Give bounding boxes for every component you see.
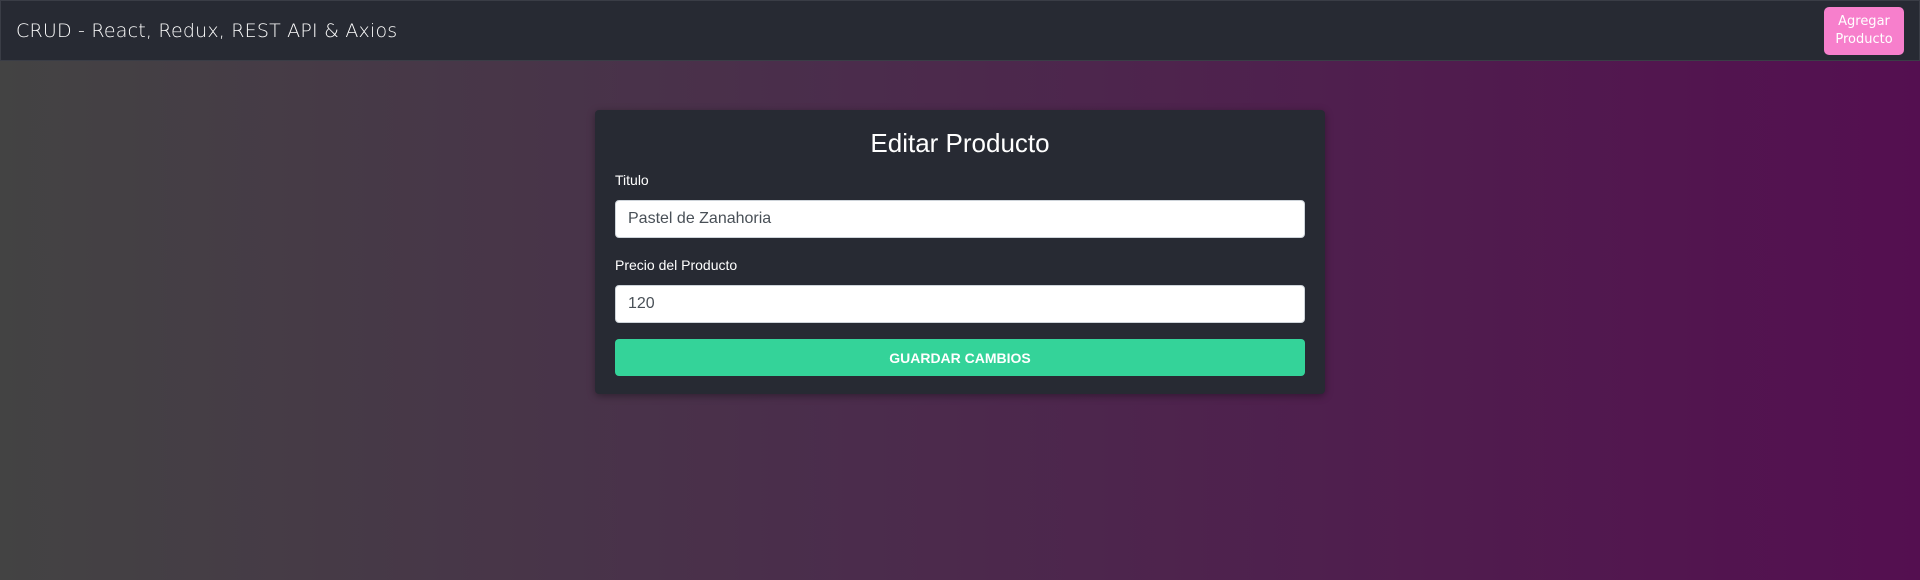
price-label: Precio del Producto (615, 257, 738, 273)
app-title[interactable]: CRUD - React, Redux, REST API & Axios (16, 20, 397, 42)
name-input[interactable] (615, 200, 1305, 238)
name-label: Titulo (615, 172, 649, 188)
edit-product-card: Editar Producto Titulo Precio del Produc… (595, 110, 1325, 394)
navbar: CRUD - React, Redux, REST API & Axios Ag… (0, 0, 1920, 61)
price-input[interactable] (615, 285, 1305, 323)
form-title: Editar Producto (870, 128, 1050, 158)
edit-product-form: Titulo Precio del Producto GUARDAR CAMBI… (615, 171, 1305, 376)
add-product-button[interactable]: Agregar Producto (1824, 6, 1904, 55)
save-changes-button[interactable]: GUARDAR CAMBIOS (615, 339, 1305, 376)
